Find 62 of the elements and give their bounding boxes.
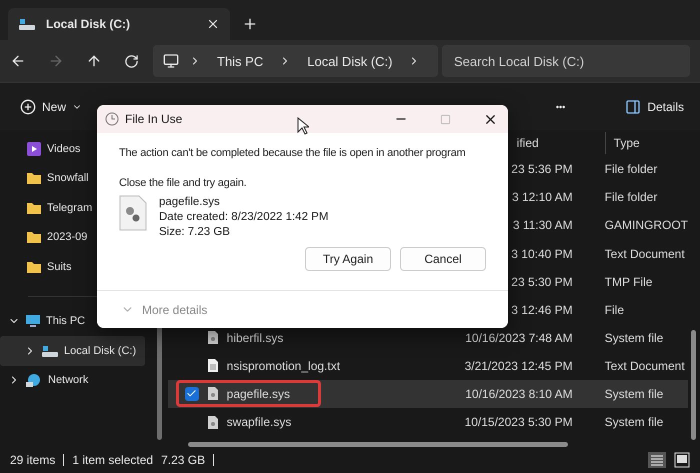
type-cell-text: File [604, 302, 625, 317]
file-row[interactable]: pagefile.sys 10/16/2023 8:10 AM System file [168, 380, 688, 408]
type-cell-text: System file [604, 330, 664, 345]
dialog-instruction: Close the file and try again. [119, 177, 248, 189]
quick-access-item[interactable]: Suits [0, 252, 146, 282]
search-field[interactable]: Search Local Disk (C:) [442, 45, 690, 77]
date-cell-text: 3 12:10 AM [510, 190, 573, 204]
new-button[interactable]: New [16, 94, 86, 118]
tree-label: This PC [46, 315, 86, 328]
date-cell-text: 3/21/2023 12:45 PM [464, 358, 573, 373]
column-header[interactable]: Type [604, 132, 688, 154]
quick-access-item[interactable]: 2023-09 [0, 222, 146, 252]
quick-access-label: Telegram [47, 202, 92, 214]
file-name: pagefile.sys [226, 386, 290, 401]
file-date: Date created: 8/23/2022 1:42 PM [159, 210, 328, 224]
dialog-button[interactable]: Try Again [305, 247, 391, 271]
type-cell-text: Text Document [604, 246, 686, 261]
type-cell-text: Text Document [604, 358, 686, 373]
address-bar[interactable]: This PC Local Disk (C:) [153, 45, 438, 77]
file-name: nsispromotion_log.txt [226, 358, 340, 373]
type-cell-text: TMP File [604, 274, 654, 289]
date-cell-text: 23 5:36 PM [510, 162, 573, 176]
type-cell-text: System file [604, 415, 664, 430]
tree-label: Local Disk (C:) [64, 344, 136, 357]
details-button[interactable]: Details [621, 94, 688, 118]
type-cell-text: File folder [604, 162, 658, 176]
date-cell-text: 3 12:46 PM [510, 302, 573, 317]
more-button[interactable]: ••• [552, 98, 570, 116]
file-size: Size: 7.23 GB [159, 225, 231, 239]
date-cell-text: 3 11:30 AM [512, 218, 573, 232]
date-cell-text: 10/16/2023 8:10 AM [464, 386, 573, 401]
file-row[interactable]: nsispromotion_log.txt 3/21/2023 12:45 PM Text Document [168, 352, 688, 380]
quick-access-label: 2023-09 [47, 231, 88, 244]
tab-title: Local Disk (C:) [46, 17, 132, 31]
quick-access-item[interactable]: Telegram [0, 193, 146, 222]
date-cell-text: 10/16/2023 7:48 AM [464, 330, 573, 345]
breadcrumb[interactable]: This PC [211, 54, 270, 68]
file-row[interactable]: hiberfil.sys 10/16/2023 7:48 AM System file [168, 324, 688, 352]
type-cell-text: File folder [604, 190, 658, 204]
type-cell-text: System file [604, 386, 664, 401]
breadcrumb[interactable]: Local Disk (C:) [301, 54, 398, 68]
dialog-title: File In Use [125, 112, 184, 126]
quick-access-label: Snowfall [47, 172, 89, 184]
file-name: pagefile.sys [159, 195, 221, 209]
quick-access-label: Suits [47, 260, 72, 273]
dialog-button[interactable]: Cancel [400, 247, 486, 271]
tree-label: Network [48, 374, 88, 386]
type-cell: GAMINGROOT [604, 218, 688, 232]
tree-item[interactable]: Network [0, 366, 146, 395]
file-name: swapfile.sys [226, 415, 292, 430]
date-cell-text: 10/15/2023 5:30 PM [464, 415, 573, 430]
file-row[interactable]: swapfile.sys 10/15/2023 5:30 PM System file [168, 408, 688, 436]
date-cell-text: 23 5:30 PM [510, 274, 573, 289]
file-name: hiberfil.sys [226, 330, 284, 345]
tree-item[interactable]: Local Disk (C:) [0, 336, 146, 366]
quick-access-label: Videos [47, 142, 80, 155]
tab[interactable]: Local Disk (C:) [8, 8, 230, 40]
status-text: 1 item selected [72, 453, 154, 467]
more-details-button[interactable]: More details [142, 302, 208, 316]
status-text: 29 items [10, 453, 56, 467]
dialog-message: The action can't be completed because the file is open in another program [119, 147, 466, 159]
status-text: 7.23 GB [161, 453, 206, 467]
